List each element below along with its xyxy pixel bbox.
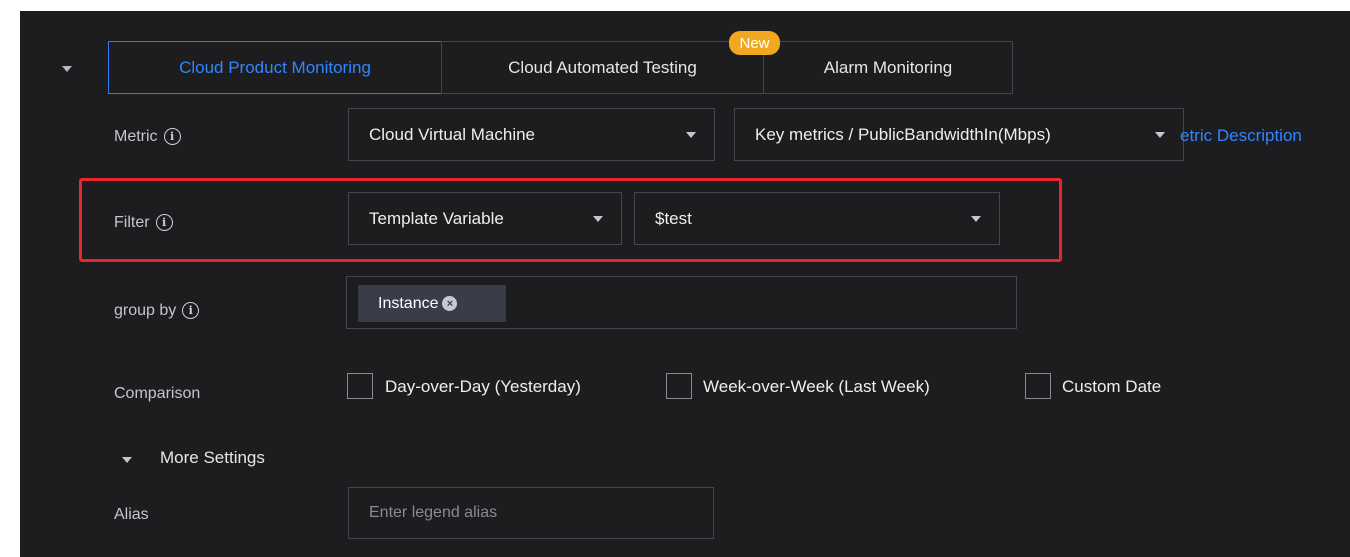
comparison-label: Comparison <box>114 385 201 402</box>
custom-date-checkbox[interactable] <box>1025 373 1051 399</box>
alias-label: Alias <box>114 506 149 523</box>
filter-highlight-box <box>79 178 1062 262</box>
custom-date-label: Custom Date <box>1062 377 1162 396</box>
collapse-caret-icon[interactable] <box>62 66 72 72</box>
week-over-week-label: Week-over-Week (Last Week) <box>703 377 930 396</box>
group-by-tag-label: Instance <box>378 294 439 312</box>
group-by-label: group by i <box>114 302 200 320</box>
metric-label-text: Metric <box>114 128 158 145</box>
metric-description-link[interactable]: etric Description <box>1180 126 1302 146</box>
alias-input[interactable] <box>348 487 714 539</box>
new-badge: New <box>729 31 780 55</box>
tab-cloud-automated-testing[interactable]: Cloud Automated Testing <box>441 41 764 94</box>
week-over-week-checkbox[interactable] <box>666 373 692 399</box>
more-settings-caret-icon[interactable] <box>122 457 132 463</box>
caret-down-icon <box>686 132 696 138</box>
metric-select[interactable]: Key metrics / PublicBandwidthIn(Mbps) <box>734 108 1184 161</box>
day-over-day-label: Day-over-Day (Yesterday) <box>385 377 581 396</box>
tab-cloud-product-monitoring[interactable]: Cloud Product Monitoring <box>108 41 442 94</box>
metric-select-value: Key metrics / PublicBandwidthIn(Mbps) <box>755 124 1051 144</box>
info-icon[interactable]: i <box>163 128 181 146</box>
product-select[interactable]: Cloud Virtual Machine <box>348 108 715 161</box>
info-icon[interactable]: i <box>182 302 200 320</box>
product-select-value: Cloud Virtual Machine <box>369 124 535 144</box>
tab-alarm-monitoring[interactable]: Alarm Monitoring <box>763 41 1013 94</box>
group-by-tag: Instance × <box>358 285 506 322</box>
group-by-label-text: group by <box>114 302 177 319</box>
metric-label: Metric i <box>114 128 181 146</box>
close-circle-icon[interactable]: × <box>442 296 458 311</box>
day-over-day-checkbox[interactable] <box>347 373 373 399</box>
caret-down-icon <box>1155 132 1165 138</box>
more-settings-toggle[interactable]: More Settings <box>160 448 265 468</box>
query-editor-panel: Cloud Product Monitoring Cloud Automated… <box>20 11 1350 557</box>
